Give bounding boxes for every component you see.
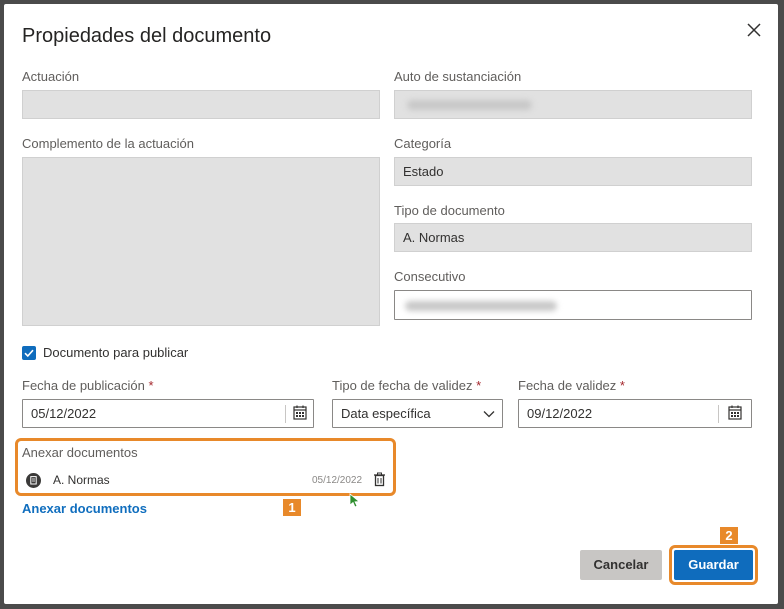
checkmark-icon <box>24 349 34 358</box>
categoria-field[interactable]: Estado <box>394 157 752 186</box>
fecha-validez-input[interactable]: 09/12/2022 <box>518 399 752 428</box>
tipo-fecha-label: Tipo de fecha de validez * <box>332 378 482 393</box>
complemento-textarea[interactable] <box>22 157 380 326</box>
callout-badge-2: 2 <box>720 527 738 544</box>
tipo-fecha-value: Data específica <box>341 406 431 421</box>
calendar-icon[interactable] <box>285 400 315 427</box>
categoria-value: Estado <box>403 164 444 179</box>
tipo-documento-label: Tipo de documento <box>394 203 505 218</box>
publicar-checkbox[interactable] <box>22 346 36 360</box>
chevron-down-icon <box>483 411 495 418</box>
fecha-validez-label: Fecha de validez * <box>518 378 625 393</box>
tipo-documento-field[interactable]: A. Normas <box>394 223 752 252</box>
auto-field[interactable] <box>394 90 752 119</box>
actuacion-field[interactable] <box>22 90 380 119</box>
save-button[interactable]: Guardar <box>674 550 753 580</box>
consecutivo-redacted-value <box>405 301 557 311</box>
callout-badge-1: 1 <box>283 499 301 516</box>
close-icon[interactable] <box>745 21 763 39</box>
cancel-button[interactable]: Cancelar <box>580 550 662 580</box>
callout-highlight-attachments <box>15 438 396 496</box>
mouse-cursor-icon <box>349 493 361 508</box>
categoria-label: Categoría <box>394 136 452 151</box>
consecutivo-input[interactable] <box>394 290 752 320</box>
complemento-label: Complemento de la actuación <box>22 136 194 151</box>
consecutivo-label: Consecutivo <box>394 269 466 284</box>
auto-label: Auto de sustanciación <box>394 69 522 84</box>
auto-redacted-value <box>407 100 532 110</box>
document-properties-dialog: Propiedades del documento Actuación Comp… <box>4 4 778 604</box>
dialog-title: Propiedades del documento <box>22 25 272 47</box>
publicar-label: Documento para publicar <box>43 345 189 360</box>
fecha-validez-value: 09/12/2022 <box>527 406 593 421</box>
fecha-publicacion-input[interactable]: 05/12/2022 <box>22 399 314 428</box>
fecha-publicacion-value: 05/12/2022 <box>31 406 97 421</box>
fecha-publicacion-label: Fecha de publicación * <box>22 378 154 393</box>
tipo-documento-value: A. Normas <box>403 230 465 245</box>
calendar-icon[interactable] <box>720 400 750 427</box>
tipo-fecha-select[interactable]: Data específica <box>332 399 503 428</box>
actuacion-label: Actuación <box>22 69 80 84</box>
anexar-documentos-link[interactable]: Anexar documentos <box>22 501 147 516</box>
